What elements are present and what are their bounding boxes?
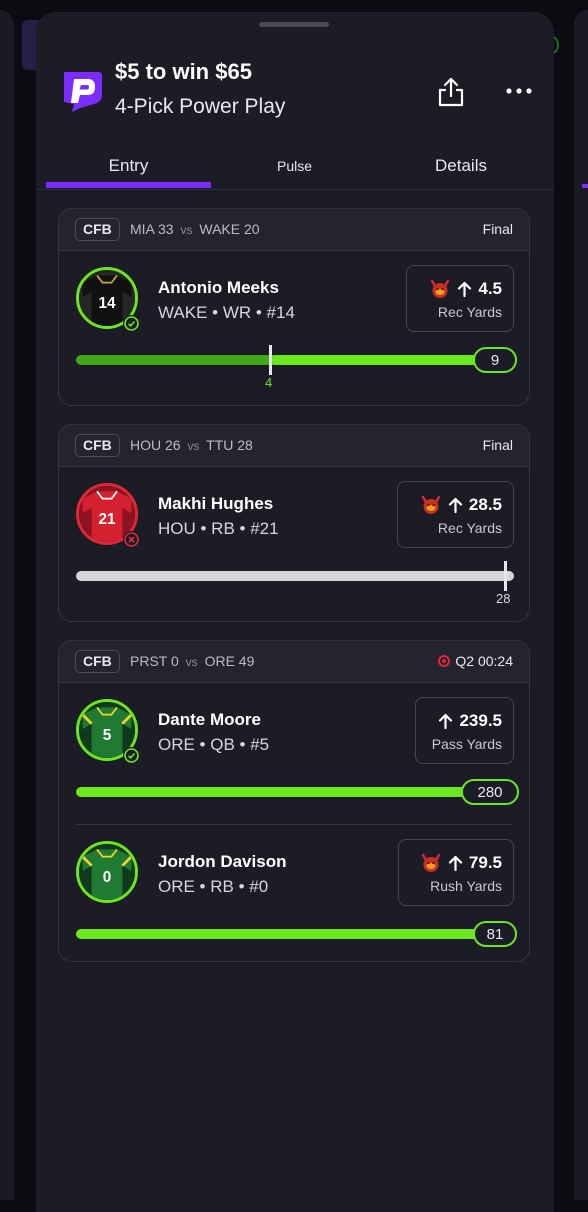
projection-stat: Rec Yards	[437, 520, 502, 536]
live-indicator-icon	[438, 655, 451, 667]
vs-label: vs	[185, 655, 198, 669]
away-score: 0	[170, 653, 179, 669]
home-team: WAKE	[199, 221, 241, 237]
more-options-icon[interactable]	[504, 80, 534, 102]
svg-text:21: 21	[98, 511, 116, 528]
tab-pulse[interactable]: Pulse	[211, 142, 378, 190]
progress-bar	[76, 787, 496, 797]
game-status: Final	[482, 221, 513, 237]
projection-stat: Rush Yards	[430, 878, 502, 894]
line-marker-label: 4	[265, 375, 273, 390]
home-score: 20	[243, 221, 260, 237]
game-header: CFB PRST 0 vs ORE 49 Q2 00:24	[59, 641, 529, 683]
demon-boost-icon	[431, 279, 450, 298]
league-badge: CFB	[75, 218, 120, 241]
projection-line: 79.5	[468, 853, 502, 872]
next-entry-tab-fragment	[582, 184, 588, 188]
league-badge: CFB	[75, 650, 120, 673]
projection-box[interactable]: 4.5 Rec Yards	[406, 265, 514, 332]
svg-text:5: 5	[103, 727, 112, 744]
projection-line: 239.5	[459, 711, 502, 730]
entry-title: $5 to win $65	[115, 59, 252, 84]
game-matchup: PRST 0 vs ORE 49	[130, 653, 254, 669]
current-stat-pill: 280	[461, 779, 519, 805]
previous-entry-card-edge[interactable]	[0, 10, 14, 1200]
game-card: CFB HOU 26 vs TTU 28 Final 21 Makhi Hugh…	[58, 424, 530, 622]
progress-bar	[269, 355, 504, 365]
arrow-up-icon	[458, 281, 472, 297]
projection-line: 4.5	[478, 279, 502, 298]
progress-track-under-line	[76, 355, 276, 365]
away-team: MIA	[130, 221, 155, 237]
game-card: CFB MIA 33 vs WAKE 20 Final 14 Antonio M…	[58, 208, 530, 406]
entry-header: $5 to win $65 4-Pick Power Play	[36, 12, 554, 142]
game-header: CFB HOU 26 vs TTU 28 Final	[59, 425, 529, 467]
player-info: WAKE • WR • #14	[158, 303, 295, 322]
player-name: Makhi Hughes	[158, 494, 274, 513]
player-info: ORE • RB • #0	[158, 877, 269, 896]
hit-check-icon	[123, 747, 140, 764]
entry-sheet: $5 to win $65 4-Pick Power Play Entry Pu…	[36, 12, 554, 1212]
arrow-up-icon	[448, 497, 463, 513]
vs-label: vs	[187, 439, 200, 453]
player-name: Antonio Meeks	[158, 278, 279, 297]
away-team: PRST	[130, 653, 168, 669]
home-score: 28	[237, 437, 253, 453]
miss-x-icon	[123, 531, 140, 548]
projection-stat: Pass Yards	[431, 736, 502, 752]
vs-label: vs	[180, 223, 193, 237]
away-score: 26	[165, 437, 181, 453]
line-marker	[504, 561, 507, 591]
current-stat-pill: 81	[473, 921, 517, 947]
game-matchup: HOU 26 vs TTU 28	[130, 437, 253, 453]
line-marker-label: 28	[496, 591, 511, 606]
league-badge: CFB	[75, 434, 120, 457]
projection-stat: Rec Yards	[437, 304, 502, 320]
projection-box[interactable]: 28.5 Rec Yards	[397, 481, 514, 548]
home-team: TTU	[206, 437, 234, 453]
game-clock: Q2 00:24	[455, 653, 513, 669]
share-icon[interactable]	[436, 76, 466, 108]
player-name: Dante Moore	[158, 710, 261, 729]
progress-bar	[76, 571, 514, 581]
projection-box[interactable]: 79.5 Rush Yards	[398, 839, 514, 906]
arrow-up-icon	[448, 855, 463, 871]
entry-subtitle: 4-Pick Power Play	[115, 95, 286, 118]
next-entry-card-edge[interactable]	[574, 10, 588, 1200]
player-info: HOU • RB • #21	[158, 519, 279, 538]
home-team: ORE	[204, 653, 235, 669]
svg-text:14: 14	[98, 295, 116, 312]
arrow-up-icon	[439, 713, 453, 729]
hit-check-icon	[123, 315, 140, 332]
prizepicks-logo-icon	[58, 68, 104, 114]
projection-line: 28.5	[468, 495, 502, 514]
svg-text:0: 0	[103, 869, 112, 886]
demon-boost-icon	[421, 853, 441, 872]
away-score: 33	[158, 221, 174, 237]
current-stat-pill: 9	[473, 347, 517, 373]
game-status: Final	[482, 437, 513, 453]
progress-bar	[76, 929, 506, 939]
game-matchup: MIA 33 vs WAKE 20	[130, 221, 260, 237]
projection-box[interactable]: 239.5 Pass Yards	[415, 697, 514, 764]
pick-divider	[76, 824, 512, 825]
game-status: Q2 00:24	[438, 653, 513, 669]
player-avatar[interactable]: 0	[76, 841, 138, 903]
active-tab-indicator	[46, 182, 211, 188]
tab-details[interactable]: Details	[378, 142, 544, 190]
home-score: 49	[238, 653, 255, 669]
game-header: CFB MIA 33 vs WAKE 20 Final	[59, 209, 529, 251]
away-team: HOU	[130, 437, 162, 453]
demon-boost-icon	[421, 495, 441, 514]
player-info: ORE • QB • #5	[158, 735, 270, 754]
player-name: Jordon Davison	[158, 852, 287, 871]
line-marker	[269, 345, 272, 375]
game-card: CFB PRST 0 vs ORE 49 Q2 00:24 5 Dante Mo…	[58, 640, 530, 962]
